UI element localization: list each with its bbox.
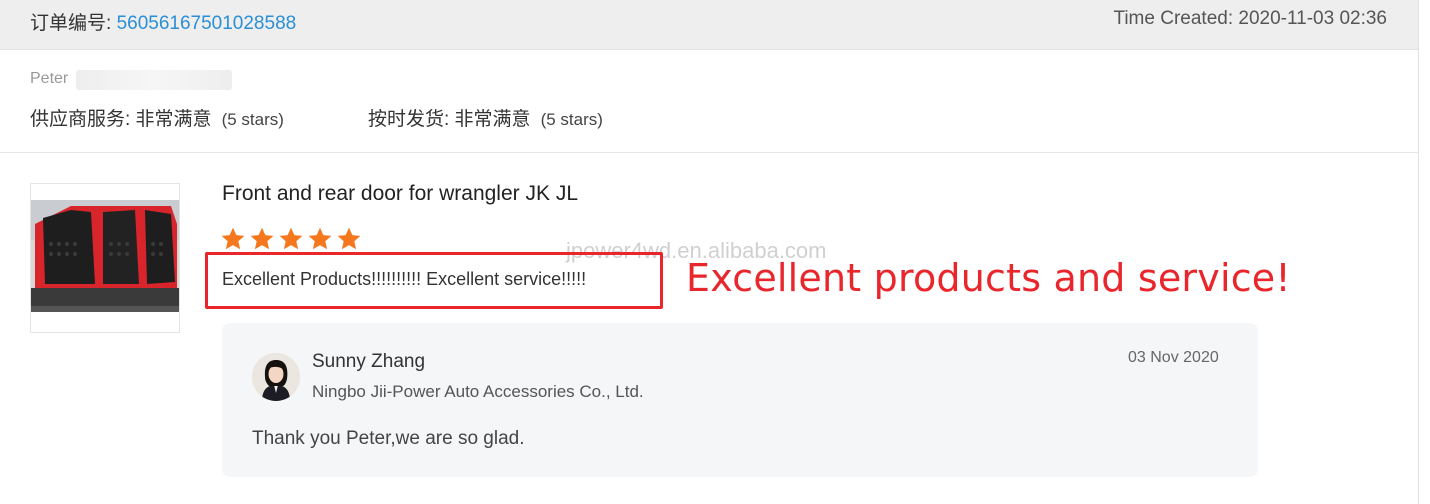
supplier-service-stars: (5 stars) xyxy=(221,110,284,129)
avatar-portrait xyxy=(252,353,300,401)
order-header: 订单编号: 56056167501028588 Time Created: 20… xyxy=(0,0,1419,50)
section-divider xyxy=(0,152,1419,153)
supplier-service-label: 供应商服务: 非常满意 xyxy=(30,109,212,130)
product-thumbnail[interactable] xyxy=(30,183,180,333)
reply-company-name: Ningbo Jii-Power Auto Accessories Co., L… xyxy=(312,382,644,401)
star-icon xyxy=(221,227,245,250)
order-number-label: 订单编号: xyxy=(30,13,117,34)
star-icon xyxy=(279,227,303,250)
supplier-service-rating: 供应商服务: 非常满意 (5 stars) xyxy=(30,104,284,131)
reply-message: Thank you Peter,we are so glad. xyxy=(252,428,525,449)
on-time-shipping-stars: (5 stars) xyxy=(540,110,603,129)
star-icon xyxy=(337,227,361,250)
panel-border xyxy=(1418,0,1419,504)
star-icon xyxy=(250,227,274,250)
time-created: Time Created: 2020-11-03 02:36 xyxy=(1113,8,1387,29)
reply-date: 03 Nov 2020 xyxy=(1128,349,1219,366)
on-time-shipping-label: 按时发货: 非常满意 xyxy=(368,109,531,130)
order-number-link[interactable]: 56056167501028588 xyxy=(117,13,297,34)
jeep-door-image xyxy=(31,184,179,332)
on-time-shipping-rating: 按时发货: 非常满意 (5 stars) xyxy=(368,104,603,131)
product-title[interactable]: Front and rear door for wrangler JK JL xyxy=(222,182,578,206)
buyer-name: Peter xyxy=(30,70,69,87)
star-icon xyxy=(308,227,332,250)
product-star-rating xyxy=(220,226,362,252)
review-text: Excellent Products!!!!!!!!!! Excellent s… xyxy=(222,269,587,289)
order-number-row: 订单编号: 56056167501028588 xyxy=(30,8,296,35)
avatar xyxy=(252,353,300,401)
annotation-caption: Excellent products and service! xyxy=(686,256,1291,300)
buyer-name-redaction xyxy=(76,70,232,90)
reply-author-name: Sunny Zhang xyxy=(312,351,426,372)
